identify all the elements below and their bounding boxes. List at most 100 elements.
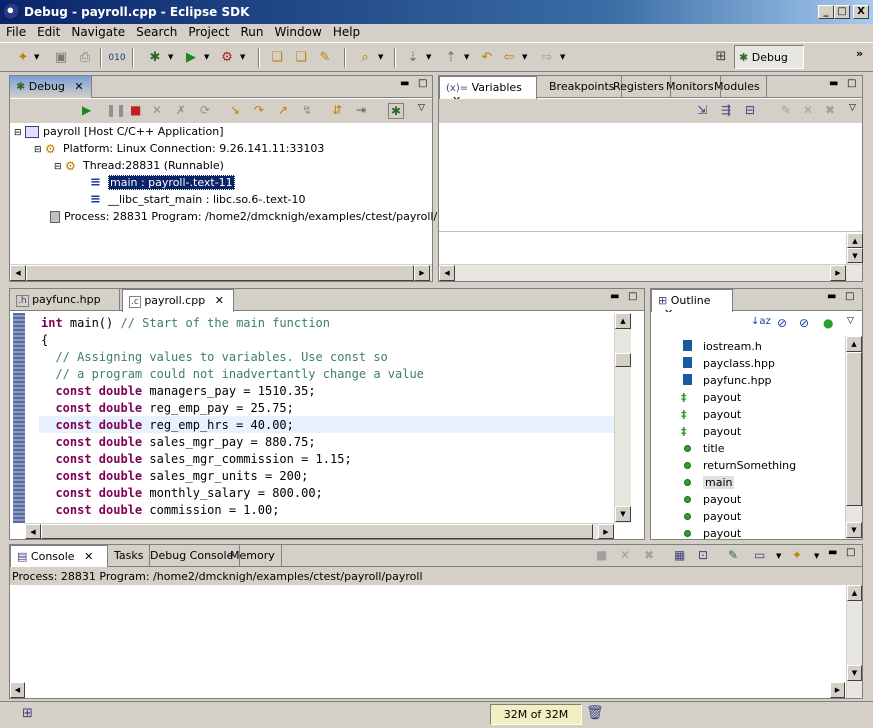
console-vertical-scrollbar[interactable]: ▲ ▼	[846, 585, 862, 698]
relaunch-icon[interactable]: ⟳	[200, 103, 210, 117]
view-menu-icon[interactable]: ▽	[418, 103, 425, 113]
minimize-view-icon[interactable]: ▬	[610, 291, 619, 302]
step-over-icon[interactable]: ↷	[254, 103, 264, 117]
new-icon[interactable]: ✦	[14, 49, 32, 67]
next-annotation-icon[interactable]: ⇣	[404, 49, 422, 67]
remove-launch-icon[interactable]: ✕	[620, 548, 630, 562]
menu-help[interactable]: Help	[327, 24, 365, 39]
tree-item-thread[interactable]: ⊟ ⚙ Thread:28831 (Runnable)	[54, 157, 224, 174]
variables-detail-pane[interactable]	[439, 233, 846, 264]
suspend-icon[interactable]: ❚❚	[106, 103, 126, 117]
tab-debug[interactable]: ✱ Debug ✕	[10, 76, 92, 98]
menu-file[interactable]: File	[0, 24, 31, 39]
variables-tree[interactable]	[439, 124, 862, 232]
remove-all-icon[interactable]: ✖	[825, 103, 835, 117]
show-threads-icon[interactable]: ✱	[388, 103, 405, 119]
outline-item[interactable]: returnSomething	[679, 457, 796, 474]
scroll-up-icon[interactable]: ▲	[615, 313, 631, 329]
search-icon[interactable]: ⌕	[356, 49, 374, 67]
tab-console[interactable]: ▤ Console ✕	[10, 545, 108, 568]
hide-non-public-icon[interactable]: ●	[823, 316, 833, 330]
maximize-view-icon[interactable]: □	[846, 547, 855, 558]
tree-item-frame-main[interactable]: ≡ main : payroll-.text-11	[90, 174, 235, 191]
fast-view-icon[interactable]: ⊞	[22, 706, 33, 721]
tab-outline[interactable]: ⊞ Outline ✕	[651, 289, 733, 320]
scroll-down-icon[interactable]: ▼	[847, 665, 862, 681]
code-line[interactable]: {	[41, 332, 48, 349]
debug-horizontal-scrollbar[interactable]: ◀ ▶	[10, 264, 432, 281]
maximize-view-icon[interactable]: □	[418, 78, 427, 89]
outline-item[interactable]: ‡ payout	[679, 389, 741, 406]
title-bar[interactable]: Debug - payroll.cpp - Eclipse SDK _ □ X	[0, 0, 873, 24]
instruction-step-icon[interactable]: ⇵	[332, 103, 342, 117]
minimize-view-icon[interactable]: ▬	[400, 78, 409, 89]
open-perspective-icon[interactable]: ⊞	[712, 48, 730, 66]
scroll-left-icon[interactable]: ◀	[10, 265, 26, 281]
menu-project[interactable]: Project	[182, 24, 234, 39]
run-icon[interactable]: ▶	[182, 49, 200, 67]
view-menu-icon[interactable]: ▽	[847, 316, 854, 326]
code-line[interactable]: int main() // Start of the main function	[41, 315, 330, 332]
outline-item[interactable]: ‡ payout	[679, 406, 741, 423]
remove-all-launches-icon[interactable]: ✖	[644, 548, 654, 562]
step-into-icon[interactable]: ↘	[230, 103, 240, 117]
outline-item[interactable]: main	[679, 474, 735, 491]
show-type-names-icon[interactable]: ⇲	[697, 103, 707, 117]
scroll-down-icon[interactable]: ▼	[615, 506, 631, 522]
back-icon[interactable]: ⇦	[500, 49, 518, 67]
use-step-filters-icon[interactable]: ⇥	[356, 103, 366, 117]
minimize-view-icon[interactable]: ▬	[829, 78, 838, 89]
prev-annotation-icon[interactable]: ⇡	[442, 49, 460, 67]
outline-vertical-scrollbar[interactable]: ▲ ▼	[845, 336, 862, 539]
outline-item[interactable]: iostream.h	[679, 338, 762, 355]
console-output[interactable]	[10, 585, 846, 698]
scroll-right-icon[interactable]: ▶	[598, 524, 614, 539]
outline-item[interactable]: payout	[679, 525, 741, 542]
terminate-icon[interactable]: ■	[596, 548, 607, 562]
maximize-view-icon[interactable]: □	[628, 291, 637, 302]
pin-console-icon[interactable]: ✎	[728, 548, 738, 562]
collapse-all-icon[interactable]: ⊟	[745, 103, 755, 117]
code-line[interactable]: const double reg_emp_pay = 25.75;	[41, 400, 293, 417]
minimize-view-icon[interactable]: ▬	[827, 291, 836, 302]
code-line[interactable]: // Assigning values to variables. Use co…	[41, 349, 387, 366]
tree-item-launch[interactable]: ⊟ payroll [Host C/C++ Application]	[14, 123, 223, 140]
close-icon[interactable]: ✕	[74, 80, 83, 93]
minimize-button[interactable]: _	[818, 5, 834, 19]
outline-item[interactable]: title	[679, 440, 725, 457]
outline-item[interactable]: payfunc.hpp	[679, 372, 772, 389]
code-line[interactable]: // a program could not inadvertantly cha…	[41, 366, 423, 383]
editor-vertical-scrollbar[interactable]: ▲ ▼	[614, 313, 631, 523]
debug-perspective-button[interactable]: ✱ Debug	[734, 45, 804, 69]
outline-item[interactable]: payclass.hpp	[679, 355, 775, 372]
view-menu-icon[interactable]: ▽	[849, 103, 856, 113]
scroll-down-icon[interactable]: ▼	[847, 248, 863, 263]
drop-to-frame-icon[interactable]: ↯	[302, 103, 312, 117]
tree-item-frame-libc[interactable]: ≡ __libc_start_main : libc.so.6-.text-10	[90, 191, 306, 208]
outline-item[interactable]: payout	[679, 508, 741, 525]
scroll-right-icon[interactable]: ▶	[830, 265, 846, 281]
debug-icon[interactable]: ✱	[146, 49, 164, 67]
print-icon[interactable]: ⎙	[76, 49, 94, 67]
menu-run[interactable]: Run	[234, 24, 268, 39]
forward-icon[interactable]: ⇨	[538, 49, 556, 67]
hide-static-icon[interactable]: ⊘	[799, 316, 809, 330]
code-line[interactable]: const double reg_emp_hrs = 40.00;	[41, 417, 293, 434]
scroll-up-icon[interactable]: ▲	[847, 585, 862, 601]
sort-icon[interactable]: ↓az	[751, 316, 771, 327]
display-console-icon[interactable]: ▭	[754, 548, 765, 562]
scroll-left-icon[interactable]: ◀	[10, 682, 25, 698]
add-global-icon[interactable]: ✎	[781, 103, 791, 117]
detail-vertical-scrollbar[interactable]: ▲ ▼	[846, 233, 863, 264]
more-perspectives-icon[interactable]: »	[856, 47, 863, 60]
tab-payroll-cpp[interactable]: .c payroll.cpp ✕	[122, 289, 234, 312]
external-tools-icon[interactable]: ⚙	[218, 49, 236, 67]
maximize-view-icon[interactable]: □	[845, 291, 854, 302]
step-return-icon[interactable]: ↗	[278, 103, 288, 117]
disconnect-icon[interactable]: ✕	[152, 103, 162, 117]
close-icon[interactable]: ✕	[84, 550, 93, 563]
code-line[interactable]: const double commission = 1.00;	[41, 502, 279, 519]
tab-memory[interactable]: Memory	[224, 545, 282, 567]
scroll-left-icon[interactable]: ◀	[25, 524, 41, 539]
code-line[interactable]: const double sales_mgr_commission = 1.15…	[41, 451, 351, 468]
